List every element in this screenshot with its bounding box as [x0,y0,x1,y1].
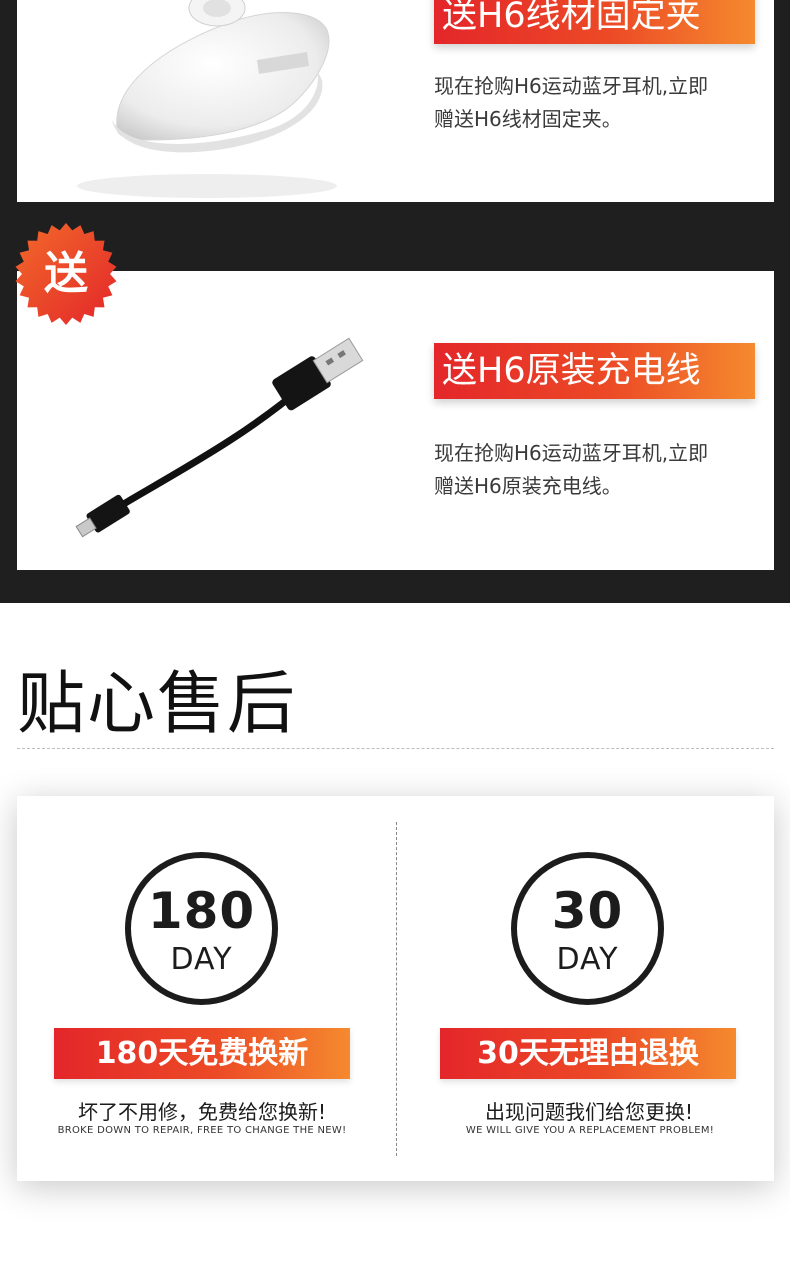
section-title: 贴心售后 [17,665,298,744]
warranty-days-number: 180 [147,882,256,940]
return-label: 30天无理由退换 [440,1028,736,1079]
warranty-desc-en: BROKE DOWN TO REPAIR, FREE TO CHANGE THE… [57,1125,347,1136]
warranty-circle: 180 DAY [125,852,278,1005]
return-circle: 30 DAY [511,852,664,1005]
return-desc-en: WE WILL GIVE YOU A REPLACEMENT PROBLEM! [465,1125,715,1136]
vertical-divider [396,822,397,1156]
divider [17,748,774,749]
gift-desc-line: 赠送H6线材固定夹。 [434,107,622,131]
warranty-label: 180天免费换新 [54,1028,350,1079]
gift-desc-cable: 现在抢购H6运动蓝牙耳机,立即 赠送H6原装充电线。 [434,437,754,503]
gift-desc-clip: 现在抢购H6运动蓝牙耳机,立即 赠送H6线材固定夹。 [434,70,754,136]
gift-tag-clip: 送H6线材固定夹 [434,0,755,44]
gift-desc-line: 现在抢购H6运动蓝牙耳机,立即 [434,74,709,98]
return-days-unit: DAY [556,942,619,977]
gift-tag-cable: 送H6原装充电线 [434,343,755,399]
return-days-number: 30 [551,882,624,940]
charging-cable-image [75,337,364,538]
gift-badge-label: 送 [44,248,88,299]
warranty-days-unit: DAY [170,942,233,977]
gift-desc-line: 现在抢购H6运动蓝牙耳机,立即 [434,441,709,465]
cable-clip-image [77,0,337,198]
gift-desc-line: 赠送H6原装充电线。 [434,474,622,498]
return-desc-cn: 出现问题我们给您更换! [484,1100,694,1124]
warranty-desc-cn: 坏了不用修，免费给您换新! [77,1100,327,1124]
